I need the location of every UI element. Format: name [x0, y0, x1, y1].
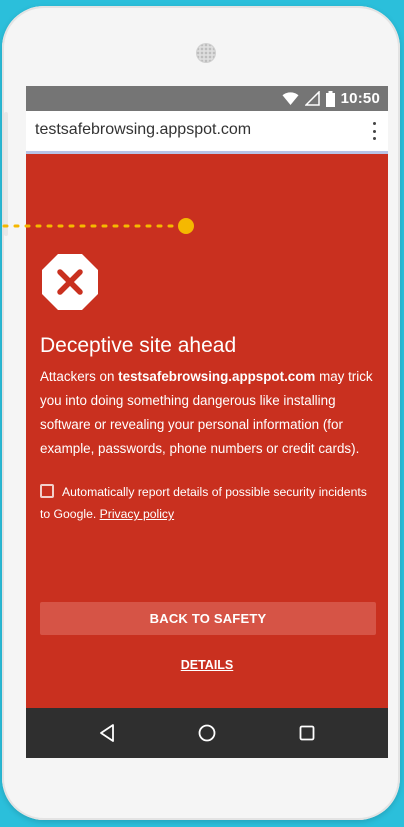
page-heading: Deceptive site ahead [40, 334, 237, 357]
callout-pointer [2, 218, 194, 234]
status-icons: 10:50 [282, 86, 380, 111]
battery-icon [325, 90, 335, 107]
details-link[interactable]: DETAILS [26, 658, 388, 672]
status-bar: 10:50 [26, 86, 388, 111]
report-checkbox[interactable] [40, 484, 54, 498]
privacy-policy-link[interactable]: Privacy policy [100, 507, 175, 521]
url-bar[interactable]: testsafebrowsing.appspot.com [26, 111, 388, 154]
signal-icon [304, 91, 320, 106]
recents-icon[interactable] [295, 721, 319, 745]
phone-screen: 10:50 testsafebrowsing.appspot.com Decep… [26, 86, 388, 758]
home-icon[interactable] [195, 721, 219, 745]
warning-domain: testsafebrowsing.appspot.com [118, 369, 316, 384]
status-time: 10:50 [340, 90, 380, 107]
warning-message-prefix: Attackers on [40, 369, 119, 384]
phone-frame: 10:50 testsafebrowsing.appspot.com Decep… [2, 6, 400, 820]
stop-sign-x-icon [42, 254, 98, 310]
safe-browsing-interstitial: Deceptive site ahead Attackers on testsa… [26, 154, 388, 708]
url-text[interactable]: testsafebrowsing.appspot.com [35, 121, 251, 139]
more-vert-icon[interactable] [368, 120, 380, 142]
wifi-icon [282, 91, 299, 105]
navigation-bar [26, 708, 388, 758]
back-to-safety-button[interactable]: BACK TO SAFETY [40, 602, 376, 635]
report-label: Automatically report details of possible… [40, 485, 367, 521]
back-icon[interactable] [95, 721, 119, 745]
report-option: Automatically report details of possible… [40, 481, 378, 525]
speaker-grille [196, 43, 216, 63]
warning-message: Attackers on testsafebrowsing.appspot.co… [40, 365, 378, 461]
